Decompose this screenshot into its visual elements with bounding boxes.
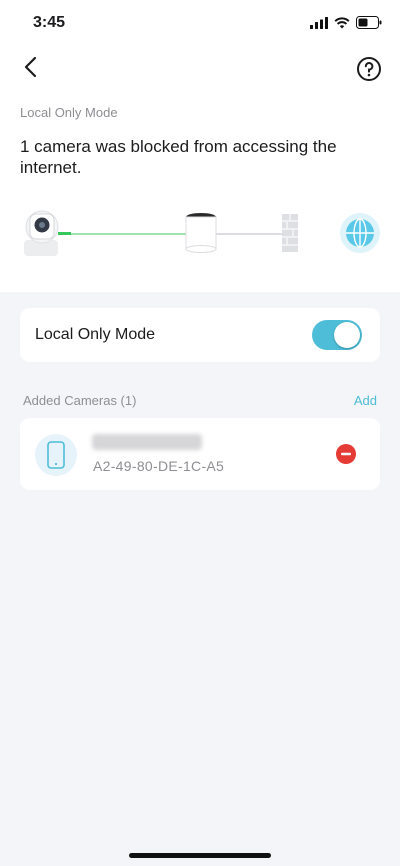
camera-icon (24, 210, 71, 256)
network-diagram (24, 210, 380, 256)
back-icon[interactable] (18, 54, 44, 80)
firewall-icon (282, 214, 298, 252)
toggle-label: Local Only Mode (35, 326, 156, 343)
phone-icon (47, 441, 65, 469)
top-panel: 3:45 Local Only Mode 1 camera was blocke… (0, 0, 400, 292)
add-button[interactable]: Add (354, 393, 377, 408)
page-subtitle: Local Only Mode (20, 105, 118, 120)
local-only-mode-toggle[interactable] (312, 320, 362, 350)
wifi-icon (334, 16, 350, 28)
local-only-mode-row: Local Only Mode (20, 308, 380, 362)
camera-list-item[interactable]: A2-49-80-DE-1C-A5 (20, 418, 380, 490)
home-indicator (129, 853, 271, 858)
battery-icon (356, 16, 382, 29)
status-time: 3:45 (33, 14, 66, 31)
globe-icon (340, 213, 380, 253)
added-cameras-label: Added Cameras (1) (23, 393, 137, 408)
device-avatar (35, 434, 77, 476)
page-headline: 1 camera was blocked from accessing the … (20, 137, 337, 177)
remove-icon[interactable] (336, 444, 356, 464)
status-icons (310, 16, 382, 29)
device-name-redacted (92, 434, 202, 450)
toggle-knob (334, 322, 360, 348)
status-bar: 3:45 (0, 0, 400, 46)
help-icon[interactable] (356, 56, 382, 82)
signal-icon (310, 16, 328, 29)
router-icon (185, 213, 217, 253)
device-mac: A2-49-80-DE-1C-A5 (93, 458, 225, 474)
